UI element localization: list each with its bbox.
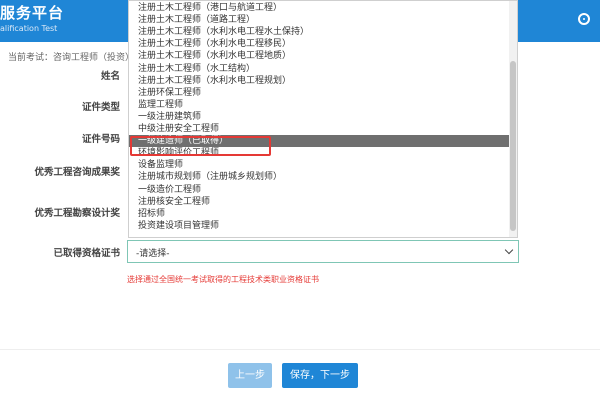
- footer-divider: [0, 349, 600, 350]
- header-title: 服务平台: [0, 4, 65, 22]
- id-number-label: 证件号码: [81, 134, 120, 145]
- certificate-select-value: -请选择-: [136, 249, 170, 259]
- dropdown-option[interactable]: 注册土木工程师（水利水电工程移民）: [129, 38, 509, 50]
- previous-step-button[interactable]: 上一步: [228, 363, 272, 388]
- dropdown-option[interactable]: 中级注册安全工程师: [129, 123, 509, 135]
- certificate-label: 已取得资格证书: [53, 248, 120, 259]
- dropdown-option[interactable]: 一级造价工程师: [129, 184, 509, 196]
- selected-option-highlight: [130, 136, 271, 156]
- dropdown-option[interactable]: 一级注册建筑师: [129, 111, 509, 123]
- dropdown-option[interactable]: 注册土木工程师（水工结构）: [129, 63, 509, 75]
- dropdown-option[interactable]: 设备监理师: [129, 159, 509, 171]
- dropdown-option[interactable]: 注册土木工程师（水利水电工程规划）: [129, 75, 509, 87]
- dropdown-option[interactable]: 注册土木工程师（港口与航道工程）: [129, 2, 509, 14]
- dropdown-scrollbar[interactable]: [509, 1, 517, 237]
- settings-icon[interactable]: [578, 13, 590, 25]
- dropdown-option[interactable]: 注册城市规划师（注册城乡规划师）: [129, 171, 509, 183]
- dropdown-option[interactable]: 注册核安全工程师: [129, 196, 509, 208]
- certificate-dropdown-list[interactable]: 注册土木工程师（港口与航道工程） 注册土木工程师（道路工程） 注册土木工程师（水利水…: [128, 0, 518, 238]
- certificate-hint: 选择通过全国统一考试取得的工程技术类职业资格证书: [127, 275, 319, 284]
- dropdown-option[interactable]: 注册土木工程师（水利水电工程地质）: [129, 50, 509, 62]
- chevron-down-icon: [504, 245, 514, 255]
- save-next-button[interactable]: 保存，下一步: [282, 363, 358, 388]
- dropdown-scrollbar-thumb[interactable]: [510, 61, 516, 231]
- survey-award-label: 优秀工程勘察设计奖: [34, 208, 120, 219]
- name-label: 姓名: [100, 71, 120, 82]
- dropdown-option[interactable]: 注册土木工程师（道路工程）: [129, 14, 509, 26]
- current-exam-text: 当前考试：咨询工程师（投资）: [8, 53, 135, 63]
- consult-award-label: 优秀工程咨询成果奖: [34, 167, 120, 178]
- dropdown-option[interactable]: 招标师: [129, 208, 509, 220]
- dropdown-option[interactable]: 投资建设项目管理师: [129, 220, 509, 232]
- header-subtitle: alification Test: [0, 24, 58, 33]
- dropdown-option[interactable]: 注册环保工程师: [129, 87, 509, 99]
- certificate-select[interactable]: -请选择-: [127, 240, 519, 263]
- dropdown-option[interactable]: 监理工程师: [129, 99, 509, 111]
- id-type-label: 证件类型: [81, 102, 120, 113]
- dropdown-option[interactable]: 注册土木工程师（水利水电工程水土保持）: [129, 26, 509, 38]
